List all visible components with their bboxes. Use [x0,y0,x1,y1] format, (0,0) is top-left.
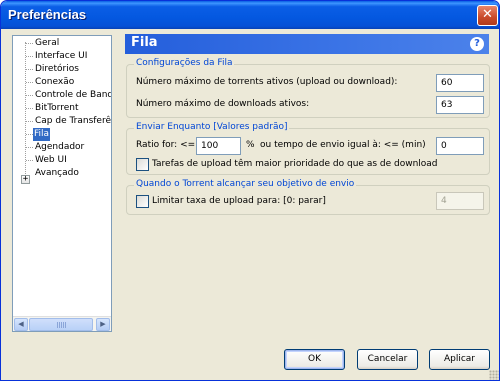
scrollbar-thumb[interactable] [29,318,93,331]
tree-connector [26,160,33,161]
title-bar[interactable]: Preferências ✕ [1,1,499,29]
tree-connector [26,82,33,83]
help-icon[interactable]: ? [470,37,484,51]
sidebar-item-interface-ui[interactable]: Interface UI [34,50,88,63]
window-title: Preferências [8,7,87,22]
group-title: Configurações da Fila [134,58,235,68]
close-button[interactable]: ✕ [477,5,498,26]
cancel-button[interactable]: Cancelar [357,349,418,370]
sidebar-item-conexao[interactable]: Conexão [34,76,75,89]
tree-connector [26,121,33,122]
close-icon: ✕ [482,7,493,22]
tree-connector [26,95,33,96]
max-downloads-label: Número máximo de downloads ativos: [136,99,310,109]
queue-settings-group: Configurações da Fila Número máximo de t… [126,58,490,118]
max-downloads-input[interactable]: 63 [436,96,484,114]
tree-connector [26,147,33,148]
percent-label: % [246,140,255,150]
expand-plus-icon[interactable]: + [21,175,30,184]
chevron-left-icon: ◀ [18,320,24,328]
ok-button[interactable]: OK [284,349,345,370]
seed-time-input[interactable]: 0 [436,137,484,155]
sidebar-item-web-ui[interactable]: Web UI [34,154,68,167]
group-title: Enviar Enquanto [Valores padrão] [134,122,290,132]
tree-connector [26,69,33,70]
upload-priority-label[interactable]: Tarefas de upload têm maior prioridade d… [152,159,438,169]
limit-upload-input: 4 [436,192,484,210]
sidebar-item-diretorios[interactable]: Diretórios [34,63,80,76]
tree-connector [26,43,33,44]
sidebar-item-controle-de-banda[interactable]: Controle de Banda [34,89,111,102]
scroll-left-button[interactable]: ◀ [14,318,28,331]
resize-grip-icon[interactable] [489,370,499,380]
grip-icon [57,322,66,328]
chevron-right-icon: ▶ [100,320,106,328]
horizontal-scrollbar[interactable]: ◀ ▶ [13,316,111,331]
seeding-group: Enviar Enquanto [Valores padrão] Ratio f… [126,122,490,175]
max-active-input[interactable]: 60 [436,74,484,92]
tree-connector [26,108,33,109]
ratio-label: Ratio for: <= [136,140,196,150]
limit-upload-label[interactable]: Limitar taxa de upload para: [0: parar] [152,196,326,206]
sidebar-item-geral[interactable]: Geral [34,37,60,50]
goal-group: Quando o Torrent alcançar seu objetivo d… [126,179,490,215]
page-title: Fila [131,35,158,50]
upload-priority-checkbox[interactable] [136,158,149,171]
group-title: Quando o Torrent alcançar seu objetivo d… [134,179,357,189]
sidebar-item-agendador[interactable]: Agendador [34,141,85,154]
ratio-input[interactable]: 100 [196,137,241,155]
panel-header: Fila ? [125,34,489,54]
scroll-right-button[interactable]: ▶ [96,318,110,331]
preferences-window: Preferências ✕ Geral Interface UI Diretó… [0,0,500,381]
sidebar-item-fila[interactable]: Fila [33,128,51,141]
limit-upload-checkbox[interactable] [136,195,149,208]
tree-connector [26,134,33,135]
tree-connector [26,56,33,57]
max-active-label: Número máximo de torrents ativos (upload… [136,77,398,87]
sidebar-item-avancado[interactable]: Avançado [34,167,80,180]
apply-button[interactable]: Aplicar [429,349,490,370]
seed-time-label: ou tempo de envio igual à: <= (min) [260,140,426,150]
sidebar-item-bittorrent[interactable]: BitTorrent [34,102,80,115]
sidebar-item-cap-de-transferencia[interactable]: Cap de Transferência [34,115,111,128]
category-tree[interactable]: Geral Interface UI Diretórios Conexão Co… [12,35,112,332]
